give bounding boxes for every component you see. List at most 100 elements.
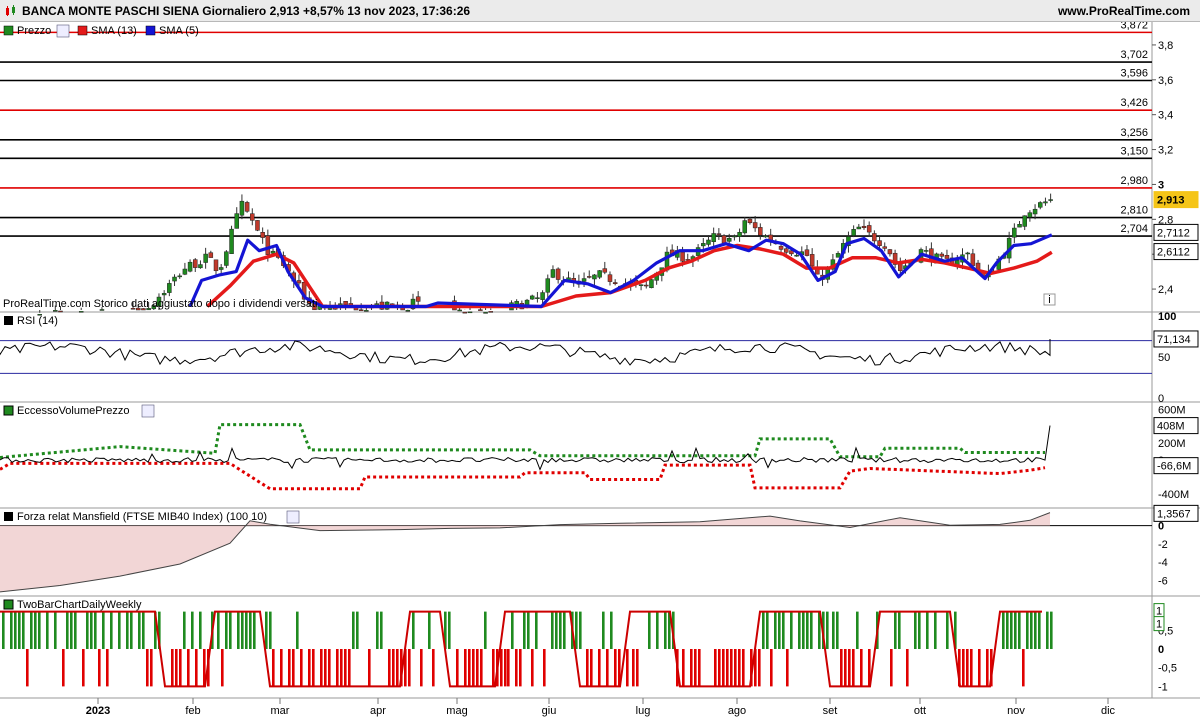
twobar-bar (898, 611, 901, 649)
twobar-bar (1038, 611, 1041, 649)
twobar-bar (280, 649, 283, 687)
month-label: ott (914, 705, 926, 717)
twobar-bar (926, 611, 929, 649)
twobar-bar (110, 611, 113, 649)
twobar-bar (392, 649, 395, 687)
twobar-bar (515, 649, 518, 687)
twobar-bar (986, 649, 989, 687)
twobar-bar (614, 649, 617, 687)
candle-body (965, 252, 970, 255)
mansfield-tick-label: -2 (1158, 539, 1168, 551)
twobar-bar (191, 611, 194, 649)
month-label: dic (1101, 705, 1116, 717)
site-link[interactable]: www.ProRealTime.com (1058, 4, 1190, 18)
twobar-bar (734, 649, 737, 687)
twobar-badge-a: 1 (1156, 606, 1162, 618)
twobar-bar (856, 611, 859, 649)
candle-body (208, 252, 214, 258)
twobar-bar (356, 611, 359, 649)
twobar-bar (245, 611, 248, 649)
candle-body (794, 254, 799, 257)
candle-body (187, 261, 193, 272)
twobar-badge-b: 1 (1156, 619, 1162, 631)
twobar-bar (962, 649, 965, 687)
candle-body (638, 284, 644, 286)
candle-body (607, 274, 613, 282)
twobar-bar (848, 649, 851, 687)
twobar-bar (150, 649, 153, 687)
candle-body (861, 225, 867, 228)
candle-body (809, 254, 815, 267)
candle-body (529, 295, 535, 300)
twobar-bar (408, 649, 411, 687)
candle-body (804, 249, 810, 256)
candle-body (53, 310, 58, 312)
candle-body (177, 275, 182, 278)
twobar-bar (1026, 611, 1029, 649)
twobar-bar (782, 611, 785, 649)
twobar-bar (269, 611, 272, 649)
candle-body (250, 213, 255, 221)
twobar-bar (296, 611, 299, 649)
candle-body (234, 213, 239, 229)
twobar-bar (762, 611, 765, 649)
twobar-bar (195, 649, 198, 687)
twobar-bar (368, 649, 371, 687)
twobar-bar (476, 649, 479, 687)
candle-body (923, 250, 929, 252)
twobar-bar (380, 611, 383, 649)
candle-body (882, 246, 887, 249)
twobar-bar (18, 611, 21, 649)
twobar-bar (82, 649, 85, 687)
twobar-bar (249, 611, 252, 649)
rsi-tick-label: 50 (1158, 352, 1170, 364)
twobar-bar (432, 649, 435, 687)
twobar-bar (610, 611, 613, 649)
twobar-bar (1022, 649, 1025, 687)
candle (244, 200, 250, 213)
title-bar: BANCA MONTE PASCHI SIENA Giornaliero 2,9… (0, 0, 1200, 22)
level-label: 3,702 (1120, 49, 1148, 61)
candle-body (1022, 215, 1027, 227)
mansfield-tick-label: -6 (1158, 575, 1168, 587)
twobar-bar (344, 649, 347, 687)
twobar-bar (484, 611, 487, 649)
mansfield-badge: 1,3567 (1157, 508, 1191, 520)
twobar-bar (694, 649, 697, 687)
month-label: mag (446, 705, 467, 717)
mansfield-wrench-icon[interactable] (286, 510, 300, 524)
twobar-bar (802, 611, 805, 649)
twobar-tick-label: -0,5 (1158, 663, 1177, 675)
wrench-icon[interactable] (56, 24, 70, 38)
sma13-badge: 2,6112 (1157, 247, 1190, 259)
candle (229, 225, 234, 254)
twobar-bar (340, 649, 343, 687)
twobar-bar (563, 611, 566, 649)
candle-body (851, 229, 856, 236)
candle-body (535, 297, 540, 299)
price-tick-label: 3,8 (1158, 40, 1173, 52)
twobar-bar (324, 649, 327, 687)
twobar-bar (836, 611, 839, 649)
candle-body (939, 253, 945, 257)
candle-body (711, 233, 716, 242)
twobar-bar (320, 649, 323, 687)
twobar-bar (579, 611, 582, 649)
candle-body (597, 270, 602, 278)
twobar-bar (90, 611, 93, 649)
candle-body (742, 220, 748, 234)
chart-area[interactable]: 2023 feb mar apr mag giu lug ago set ott nov dic 3,8… (0, 22, 1200, 720)
twobar-bar (832, 611, 835, 649)
twobar-bar (914, 611, 917, 649)
level-label: 3,256 (1120, 127, 1148, 139)
twobar-bar (766, 611, 769, 649)
last-price-badge: 2,913 (1157, 195, 1185, 207)
legend-swatch (3, 25, 14, 36)
twobar-bar (531, 649, 534, 687)
volume-wrench-icon[interactable] (141, 404, 155, 418)
candle-body (1012, 227, 1017, 238)
twobar-bar (1018, 611, 1021, 649)
candle-body (457, 309, 462, 312)
twobar-bar (535, 611, 538, 649)
level-label: 3,872 (1120, 22, 1148, 31)
